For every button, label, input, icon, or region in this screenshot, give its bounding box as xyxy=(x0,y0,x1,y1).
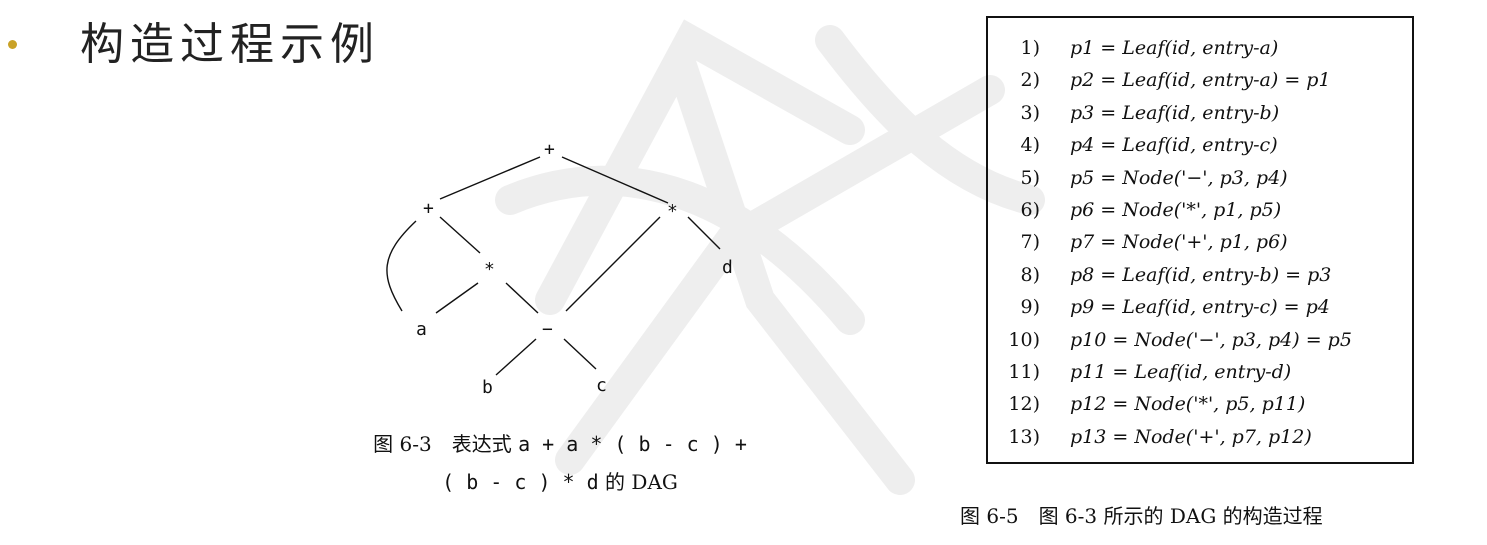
step-row: 5) p5 = Node('−', p3, p4) xyxy=(988,162,1412,194)
dag-node-b: b xyxy=(482,377,493,398)
step-row: 8) p8 = Leaf(id, entry-b) = p3 xyxy=(988,259,1412,291)
edge-minus-b xyxy=(495,338,537,376)
step-expression: p13 = Node('+', p7, p12) xyxy=(1070,425,1312,448)
step-row: 7) p7 = Node('+', p1, p6) xyxy=(988,226,1412,258)
step-expression: p4 = Leaf(id, entry-c) xyxy=(1070,134,1278,157)
dag-caption-expr1: a + a * ( b - c ) + xyxy=(518,432,747,456)
step-row: 2) p2 = Leaf(id, entry-a) = p1 xyxy=(988,64,1412,96)
step-expression: p12 = Node('*', p5, p11) xyxy=(1070,393,1306,416)
step-number: 3) xyxy=(1020,101,1040,124)
edge-root-left xyxy=(439,156,541,200)
dag-diagram: + + * * d a − b c xyxy=(386,139,733,398)
step-expression: p3 = Leaf(id, entry-b) xyxy=(1070,101,1280,124)
edge-minus-c xyxy=(563,338,597,370)
step-number: 4) xyxy=(1020,134,1040,157)
edge-mid-a xyxy=(435,282,479,314)
dag-node-plus-left: + xyxy=(423,198,434,219)
step-row: 3) p3 = Leaf(id, entry-b) xyxy=(988,97,1412,129)
step-row: 12) p12 = Node('*', p5, p11) xyxy=(988,388,1412,420)
dag-node-c: c xyxy=(596,375,607,396)
dag-caption-line1: 图 6-3 表达式 a + a * ( b - c ) + xyxy=(340,428,780,457)
edge-left-mid xyxy=(439,216,481,254)
dag-node-d: d xyxy=(722,257,733,278)
dag-caption-expr2: ( b - c ) * d xyxy=(442,470,599,494)
step-number: 1) xyxy=(1020,37,1040,59)
step-number: 6) xyxy=(1020,198,1040,221)
step-expression: p11 = Leaf(id, entry-d) xyxy=(1070,360,1292,383)
step-row: 6) p6 = Node('*', p1, p5) xyxy=(988,194,1412,226)
dag-caption-suffix: 的 DAG xyxy=(605,470,678,494)
step-number: 2) xyxy=(1020,69,1040,92)
step-number: 5) xyxy=(1020,166,1040,189)
edge-root-right xyxy=(561,156,669,204)
step-number: 12) xyxy=(1008,393,1040,416)
step-row: 10) p10 = Node('−', p3, p4) = p5 xyxy=(988,324,1412,356)
step-row: 4) p4 = Leaf(id, entry-c) xyxy=(988,129,1412,161)
step-number: 8) xyxy=(1020,263,1040,286)
step-expression: p10 = Node('−', p3, p4) = p5 xyxy=(1070,328,1352,351)
dag-node-a: a xyxy=(416,319,427,340)
dag-node-times-right: * xyxy=(667,201,678,222)
step-row: 13) p13 = Node('+', p7, p12) xyxy=(988,421,1412,453)
step-number: 9) xyxy=(1020,296,1040,319)
step-row: 9) p9 = Leaf(id, entry-c) = p4 xyxy=(988,291,1412,323)
step-row: 1) p1 = Leaf(id, entry-a) xyxy=(988,32,1412,64)
step-number: 13) xyxy=(1008,425,1040,448)
step-expression: p9 = Leaf(id, entry-c) = p4 xyxy=(1070,296,1330,319)
step-expression: p8 = Leaf(id, entry-b) = p3 xyxy=(1070,263,1332,286)
dag-node-times-mid: * xyxy=(484,259,495,280)
title-bullet xyxy=(8,40,17,49)
construction-steps-box: 1) p1 = Leaf(id, entry-a) 2) p2 = Leaf(id,… xyxy=(986,16,1414,464)
edge-mid-minus xyxy=(505,282,539,314)
step-number: 11) xyxy=(1008,360,1040,383)
dag-caption-prefix: 图 6-3 表达式 xyxy=(373,432,512,456)
step-expression: p1 = Leaf(id, entry-a) xyxy=(1070,37,1279,59)
dag-caption-line2: ( b - c ) * d 的 DAG xyxy=(340,466,780,495)
dag-node-plus-root: + xyxy=(544,139,555,160)
step-number: 10) xyxy=(1008,328,1040,351)
step-number: 7) xyxy=(1020,231,1040,254)
dag-node-minus: − xyxy=(542,319,553,340)
steps-caption: 图 6-5 图 6-3 所示的 DAG 的构造过程 xyxy=(960,504,1323,528)
slide-title: 构造过程示例 xyxy=(80,19,380,70)
step-expression: p2 = Leaf(id, entry-a) = p1 xyxy=(1070,69,1331,92)
step-row: 11) p11 = Leaf(id, entry-d) xyxy=(988,356,1412,388)
edge-right-d xyxy=(687,216,721,250)
step-expression: p7 = Node('+', p1, p6) xyxy=(1070,231,1288,254)
step-expression: p5 = Node('−', p3, p4) xyxy=(1070,166,1288,189)
edge-right-minus xyxy=(565,216,661,312)
step-expression: p6 = Node('*', p1, p5) xyxy=(1070,198,1282,221)
edge-left-a xyxy=(386,220,417,312)
